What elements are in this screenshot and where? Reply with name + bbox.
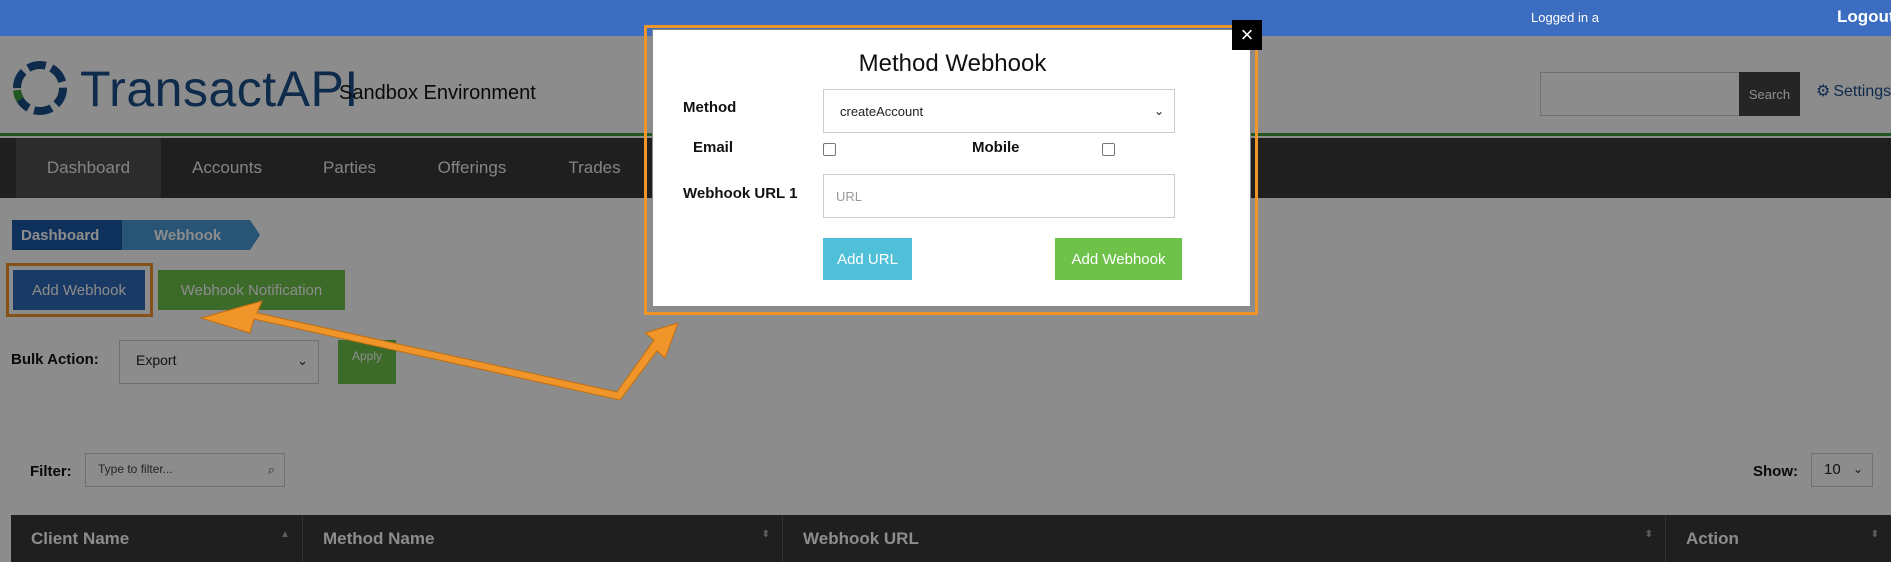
webhook-url-input[interactable]: URL <box>823 174 1175 218</box>
mobile-checkbox[interactable] <box>1102 143 1115 156</box>
chevron-down-icon: ⌄ <box>1153 104 1164 118</box>
method-select[interactable]: createAccount ⌄ <box>823 89 1175 133</box>
close-icon[interactable]: × <box>1232 20 1262 50</box>
email-label: Email <box>693 139 734 156</box>
method-webhook-modal: Method Webhook Method createAccount ⌄ Em… <box>652 29 1251 307</box>
method-value: createAccount <box>840 104 924 119</box>
modal-title: Method Webhook <box>858 50 1047 77</box>
url-placeholder: URL <box>836 189 863 204</box>
modal-add-webhook-button[interactable]: Add Webhook <box>1055 238 1182 280</box>
add-url-button[interactable]: Add URL <box>823 238 912 280</box>
logout-link[interactable]: Logout <box>1837 7 1891 27</box>
mobile-label: Mobile <box>972 139 1020 156</box>
method-label: Method <box>683 99 737 116</box>
webhook-url-label: Webhook URL 1 <box>683 185 798 202</box>
email-checkbox[interactable] <box>823 143 836 156</box>
logged-in-text: Logged in a <box>1531 10 1599 25</box>
